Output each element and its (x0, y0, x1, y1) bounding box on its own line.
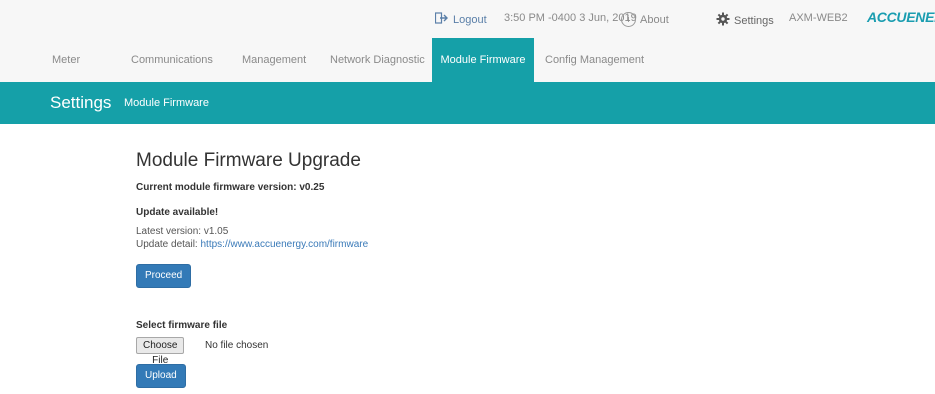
update-detail-row: Update detail: https://www.accuenergy.co… (136, 239, 368, 250)
choose-file-button[interactable]: Choose File (136, 337, 185, 366)
file-status-text: No file chosen (205, 340, 269, 351)
tab-meter[interactable]: Meter (52, 38, 80, 82)
tab-config-management[interactable]: Config Management (545, 38, 644, 82)
datetime-text: 3:50 PM -0400 3 Jun, 2019 (504, 12, 637, 24)
info-icon: i (621, 12, 636, 27)
upload-button[interactable]: Upload (136, 364, 186, 388)
update-detail-link[interactable]: https://www.accuenergy.com/firmware (201, 239, 369, 250)
nav-tabs: Meter Communications Management Network … (0, 38, 935, 82)
logout-label: Logout (453, 13, 487, 26)
brand-logo: ACCUENERGY (867, 9, 935, 25)
latest-version-text: Latest version: v1.05 (136, 226, 229, 237)
settings-label: Settings (734, 14, 774, 27)
logout-link[interactable]: Logout (434, 12, 487, 27)
about-link[interactable]: i About (621, 12, 669, 27)
gear-icon (716, 12, 730, 29)
top-bar: Logout 3:50 PM -0400 3 Jun, 2019 i About (0, 0, 935, 38)
tab-communications[interactable]: Communications (131, 38, 213, 82)
current-version-text: Current module firmware version: v0.25 (136, 182, 325, 193)
select-file-label: Select firmware file (136, 320, 228, 331)
breadcrumb: Module Firmware (124, 97, 209, 109)
tab-module-firmware[interactable]: Module Firmware (432, 38, 534, 82)
update-detail-label: Update detail: (136, 239, 198, 250)
tab-network-diagnostic[interactable]: Network Diagnostic (330, 38, 425, 82)
tab-management[interactable]: Management (242, 38, 306, 82)
logout-icon (434, 12, 449, 27)
proceed-button[interactable]: Proceed (136, 264, 192, 288)
section-heading: Module Firmware Upgrade (136, 150, 361, 171)
update-available-text: Update available! (136, 207, 219, 218)
page-banner: Settings Module Firmware (0, 82, 935, 124)
page-title: Settings (50, 93, 112, 112)
device-name: AXM-WEB2 (789, 12, 848, 24)
about-label: About (640, 13, 669, 26)
settings-link[interactable]: Settings (716, 12, 774, 29)
